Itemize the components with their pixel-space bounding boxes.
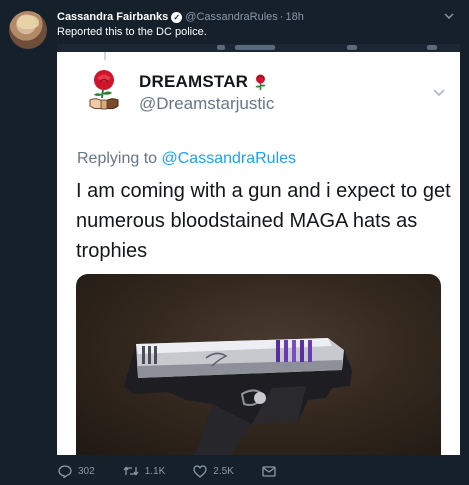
retweet-button[interactable]: 1.1K (123, 465, 166, 477)
chevron-down-icon[interactable] (443, 10, 455, 22)
author-name[interactable]: Cassandra Fairbanks (57, 11, 168, 23)
tweet-text: Reported this to the DC police. (57, 26, 207, 38)
replying-prefix: Replying to (77, 150, 158, 167)
thread-line (104, 52, 106, 60)
screenshot-cropped-strip (57, 44, 460, 52)
direct-message-icon (262, 465, 276, 477)
avatar[interactable] (9, 11, 47, 49)
strip-icon (235, 45, 275, 50)
direct-message-button[interactable] (262, 465, 282, 477)
screenshot-sender-name: DREAMSTAR (139, 72, 267, 92)
like-button[interactable]: 2.5K (193, 464, 234, 478)
replying-to: Replying to @CassandraRules (77, 150, 296, 168)
retweet-count: 1.1K (144, 465, 166, 477)
embedded-screenshot[interactable]: DREAMSTAR @Dreamstarjustic Replying to @… (57, 44, 460, 455)
screenshot-sender-handle: @Dreamstarjustic (139, 94, 275, 113)
sender-name-text: DREAMSTAR (139, 72, 249, 91)
author-handle[interactable]: @CassandraRules (185, 11, 278, 23)
reply-icon (58, 464, 72, 478)
screenshot-body-text: I am coming with a gun and i expect to g… (76, 180, 451, 262)
separator: · (279, 11, 284, 23)
verified-badge-icon: ✓ (171, 11, 183, 23)
reply-count: 302 (78, 465, 95, 477)
pistol-image (124, 338, 352, 455)
chevron-down-icon (433, 89, 445, 97)
pistol-photo (76, 274, 441, 455)
retweet-icon (123, 466, 139, 476)
like-count: 2.5K (213, 465, 234, 477)
reply-button[interactable]: 302 (58, 464, 95, 478)
strip-icon (347, 45, 357, 50)
rose-icon (255, 74, 266, 90)
tweet-header: Cassandra Fairbanks ✓ @CassandraRules · … (57, 9, 304, 25)
like-icon (193, 464, 207, 478)
replying-handle: @CassandraRules (161, 150, 297, 167)
rose-fist-logo-icon (89, 70, 119, 110)
strip-icon (217, 45, 225, 50)
strip-icon (427, 45, 437, 50)
tweet[interactable]: Cassandra Fairbanks ✓ @CassandraRules · … (0, 0, 469, 485)
tweet-actions: 302 1.1K 2.5K (58, 462, 310, 480)
tweet-timestamp[interactable]: 18h (285, 11, 303, 23)
